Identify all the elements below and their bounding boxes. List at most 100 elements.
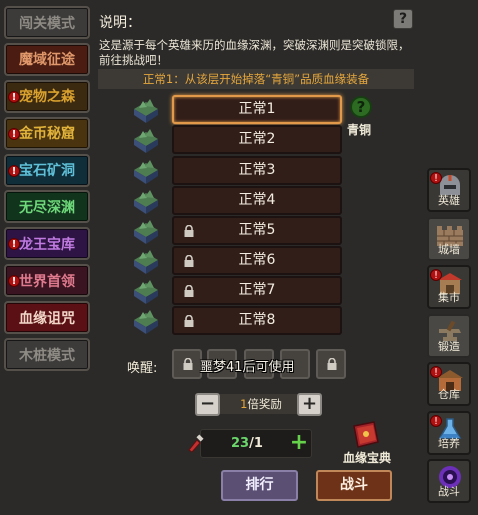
- cave-island-icon: [134, 310, 158, 334]
- stage-button[interactable]: 正常6: [172, 246, 342, 275]
- mode-label: 世界首领: [19, 273, 75, 290]
- mode-button[interactable]: 木桩模式: [4, 338, 90, 372]
- mode-button[interactable]: ! 宠物之森: [4, 79, 90, 113]
- help-button[interactable]: ?: [393, 9, 413, 29]
- lock-icon: [184, 285, 194, 297]
- rank-button[interactable]: 排行: [221, 470, 298, 501]
- stage-label: 正常4: [238, 192, 276, 208]
- side-nav-item[interactable]: 战斗: [427, 459, 471, 503]
- stage-row: 正常7: [131, 276, 343, 306]
- mode-label: 闯关模式: [19, 15, 75, 32]
- mode-label: 木桩模式: [19, 347, 75, 364]
- stage-row: 正常6: [131, 246, 343, 276]
- alert-icon: !: [430, 366, 442, 378]
- cave-island-icon: [134, 160, 158, 184]
- stage-button[interactable]: 正常7: [172, 276, 342, 305]
- alert-icon: !: [8, 127, 20, 140]
- book-label: 血缘宝典: [343, 451, 392, 465]
- lock-icon: [184, 255, 194, 267]
- multiplier-display: 1倍奖励: [220, 394, 302, 414]
- side-nav-label: 城墙: [438, 242, 460, 256]
- stage-label: 正常2: [238, 131, 276, 147]
- awaken-note: 噩梦41后可使用: [200, 360, 295, 375]
- fight-button[interactable]: 战斗: [316, 470, 392, 501]
- mode-label: 宝石矿洞: [19, 163, 75, 180]
- mode-button[interactable]: ! 宝石矿洞: [4, 153, 90, 187]
- side-nav-item[interactable]: ! 仓库: [427, 362, 471, 406]
- awaken-slot-5[interactable]: [316, 349, 346, 379]
- stamina-add-button[interactable]: +: [289, 432, 309, 454]
- stage-label: 正常8: [238, 312, 276, 328]
- stamina-max: /1: [249, 436, 263, 451]
- cave-island-icon: [134, 250, 158, 274]
- awaken-label: 唤醒:: [127, 361, 158, 376]
- cave-island-icon: [134, 129, 158, 153]
- stamina-current: 23: [231, 436, 250, 451]
- stage-label: 正常5: [238, 222, 276, 238]
- cave-island-icon: [134, 280, 158, 304]
- stage-row: 正常3: [131, 156, 343, 186]
- mode-button[interactable]: 魔域征途: [4, 42, 90, 76]
- mode-button[interactable]: ! 世界首领: [4, 264, 90, 298]
- stage-label: 正常1: [238, 101, 276, 117]
- side-nav-label: 培养: [438, 436, 460, 450]
- lock-icon: [183, 358, 193, 370]
- stage-button[interactable]: 正常2: [172, 125, 342, 154]
- stamina-value: 23/1: [231, 436, 263, 451]
- alert-icon: !: [8, 90, 20, 103]
- lock-icon: [184, 225, 194, 237]
- description-text: 这是源于每个英雄来历的血缘深渊，突破深渊则是突破锁限，前往挑战吧！: [99, 38, 410, 67]
- multiplier-minus-button[interactable]: −: [195, 393, 220, 416]
- side-nav: ! 英雄 城墙 ! 集市 锻造! 仓库! 培养 战斗: [427, 168, 473, 508]
- side-nav-item[interactable]: 锻造: [427, 313, 471, 358]
- multiplier-suffix: 倍奖励: [247, 397, 282, 411]
- mode-button[interactable]: 无尽深渊: [4, 190, 90, 224]
- side-nav-item[interactable]: 城墙: [427, 216, 471, 261]
- mode-label: 宠物之森: [19, 89, 75, 106]
- stage-label: 正常6: [238, 252, 276, 268]
- stage-label: 正常3: [238, 162, 276, 178]
- stage-button[interactable]: 正常1: [172, 95, 342, 124]
- stage-button[interactable]: 正常5: [172, 216, 342, 245]
- stage-button[interactable]: 正常3: [172, 156, 342, 185]
- lock-icon: [184, 315, 194, 327]
- side-nav-label: 英雄: [438, 194, 460, 207]
- stage-row: 正常4: [131, 186, 343, 216]
- stage-row: 正常1: [131, 95, 343, 125]
- mode-button[interactable]: 血缘诅咒: [4, 301, 90, 335]
- reward-question-icon[interactable]: ?: [350, 96, 372, 118]
- stage-button[interactable]: 正常8: [172, 306, 342, 335]
- mode-button[interactable]: ! 金币秘窟: [4, 116, 90, 150]
- alert-icon: !: [430, 172, 442, 184]
- mode-label: 无尽深渊: [19, 199, 75, 216]
- cave-island-icon: [134, 220, 158, 244]
- mode-label: 血缘诅咒: [19, 310, 75, 327]
- side-nav-label: 仓库: [438, 388, 460, 401]
- mode-label: 龙王宝库: [19, 236, 75, 253]
- side-nav-item[interactable]: ! 集市: [427, 265, 471, 309]
- lock-icon: [327, 358, 337, 370]
- cave-island-icon: [134, 99, 158, 123]
- stage-row: 正常5: [131, 216, 343, 246]
- description-title: 说明：: [99, 15, 141, 31]
- multiplier-plus-button[interactable]: +: [297, 393, 322, 416]
- book-icon[interactable]: [348, 420, 382, 450]
- stage-row: 正常8: [131, 306, 343, 336]
- drop-info: 正常1：从该层开始掉落“青铜”品质血缘装备: [98, 69, 414, 89]
- awaken-slot-1[interactable]: [172, 349, 202, 379]
- stage-label: 正常7: [238, 282, 276, 298]
- alert-icon: !: [8, 164, 20, 177]
- stage-button[interactable]: 正常4: [172, 186, 342, 215]
- mode-label: 魔域征途: [19, 52, 75, 69]
- mode-button[interactable]: 闯关模式: [4, 6, 90, 39]
- cave-island-icon: [134, 190, 158, 214]
- alert-icon: !: [430, 414, 442, 427]
- side-nav-item[interactable]: ! 培养: [427, 410, 471, 455]
- side-nav-item[interactable]: ! 英雄: [427, 168, 471, 212]
- alert-icon: !: [430, 269, 442, 281]
- side-nav-label: 战斗: [438, 485, 460, 498]
- stage-row: 正常2: [131, 125, 343, 155]
- mode-label: 金币秘窟: [19, 126, 75, 143]
- mode-button[interactable]: ! 龙王宝库: [4, 227, 90, 261]
- mode-list: 闯关模式 魔域征途! 宠物之森! 金币秘窟! 宝石矿洞 无尽深渊! 龙王宝库! 世界首领 血缘诅…: [4, 6, 90, 375]
